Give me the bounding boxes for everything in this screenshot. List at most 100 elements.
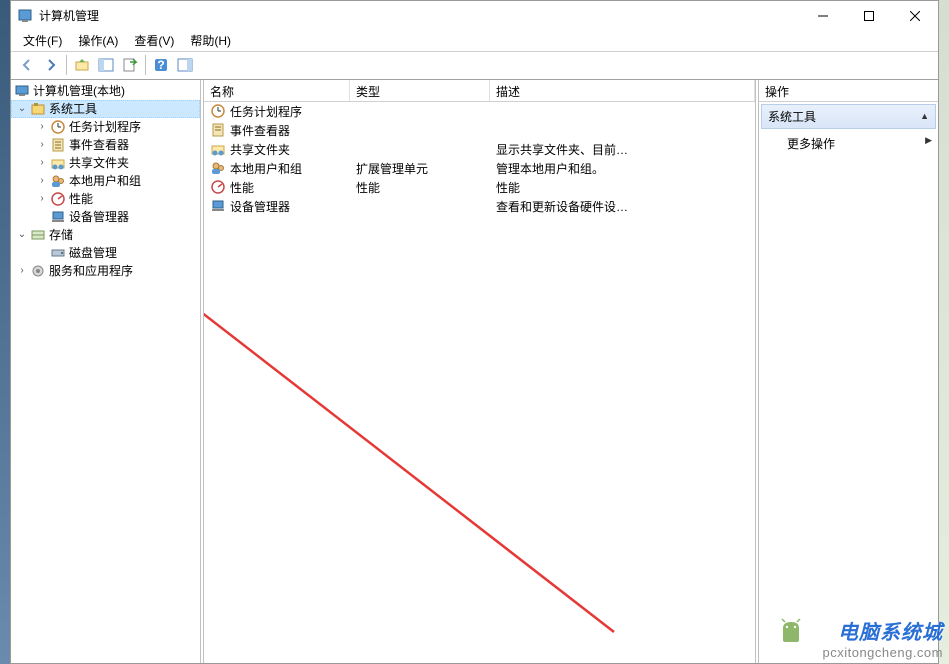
toolbar-separator	[66, 55, 67, 75]
tree-root[interactable]: 计算机管理(本地)	[11, 82, 200, 100]
tree-storage[interactable]: ⌄ 存储	[11, 226, 200, 244]
action-section-label: 系统工具	[768, 108, 816, 125]
row-name: 性能	[230, 179, 254, 196]
expand-icon[interactable]: ›	[35, 174, 49, 188]
column-name[interactable]: 名称	[204, 80, 350, 101]
list-panel: 名称 类型 描述 任务计划程序事件查看器共享文件夹显示共享文件夹、目前…本地用户…	[203, 80, 756, 663]
performance-icon	[50, 191, 66, 207]
toolbar-separator	[145, 55, 146, 75]
users-icon	[50, 173, 66, 189]
tree-label: 服务和应用程序	[49, 262, 133, 279]
toolbar-help-button[interactable]: ?	[149, 53, 173, 77]
tree-panel[interactable]: 计算机管理(本地) ⌄ 系统工具 › 任务计划程序 › 事件查看器 › 共享文件…	[11, 80, 201, 663]
expand-icon[interactable]: ›	[35, 156, 49, 170]
list-row[interactable]: 共享文件夹显示共享文件夹、目前…	[204, 140, 755, 159]
window-controls	[800, 1, 938, 31]
row-name: 任务计划程序	[230, 103, 302, 120]
window-title: 计算机管理	[39, 7, 800, 24]
minimize-button[interactable]	[800, 1, 846, 31]
clock-icon	[50, 119, 66, 135]
tree-performance[interactable]: › 性能	[11, 190, 200, 208]
column-description[interactable]: 描述	[490, 80, 755, 101]
tree-system-tools[interactable]: ⌄ 系统工具	[11, 100, 200, 118]
tree-disk-management[interactable]: 磁盘管理	[11, 244, 200, 262]
tree-task-scheduler[interactable]: › 任务计划程序	[11, 118, 200, 136]
row-type: 扩展管理单元	[350, 160, 490, 177]
expand-icon[interactable]: ›	[35, 120, 49, 134]
tree-label: 共享文件夹	[69, 154, 129, 171]
toolbar-export-button[interactable]	[118, 53, 142, 77]
row-icon	[210, 122, 226, 138]
toolbar-show-hide-action-button[interactable]	[173, 53, 197, 77]
main-content: 计算机管理(本地) ⌄ 系统工具 › 任务计划程序 › 事件查看器 › 共享文件…	[11, 80, 938, 663]
toolbar-show-hide-tree-button[interactable]	[94, 53, 118, 77]
collapse-icon: ▲	[920, 111, 929, 121]
action-more[interactable]: 更多操作 ▶	[759, 131, 938, 156]
list-row[interactable]: 设备管理器 查看和更新设备硬件设…	[204, 197, 755, 216]
row-type: 性能	[350, 179, 490, 196]
toolbar-up-button[interactable]	[70, 53, 94, 77]
tree-shared-folders[interactable]: › 共享文件夹	[11, 154, 200, 172]
row-name: 设备管理器	[230, 198, 290, 215]
row-icon	[210, 103, 226, 119]
menu-action[interactable]: 操作(A)	[70, 30, 126, 51]
close-button[interactable]	[892, 1, 938, 31]
list-header: 名称 类型 描述	[204, 80, 755, 102]
chevron-right-icon: ▶	[925, 135, 932, 146]
list-row[interactable]: 任务计划程序	[204, 102, 755, 121]
menu-view[interactable]: 查看(V)	[126, 30, 182, 51]
window-frame: 计算机管理 文件(F) 操作(A) 查看(V) 帮助(H) ? 计算机管理(本地…	[10, 0, 939, 664]
maximize-button[interactable]	[846, 1, 892, 31]
menu-file[interactable]: 文件(F)	[15, 30, 70, 51]
tree-label: 计算机管理(本地)	[33, 82, 125, 99]
toolbar-forward-button[interactable]	[39, 53, 63, 77]
device-icon	[50, 209, 66, 225]
tree-event-viewer[interactable]: › 事件查看器	[11, 136, 200, 154]
expand-icon[interactable]: ›	[35, 138, 49, 152]
row-icon	[210, 141, 226, 157]
expand-icon[interactable]: ›	[35, 192, 49, 206]
toolbar-back-button[interactable]	[15, 53, 39, 77]
desktop-left-edge	[0, 0, 10, 664]
menu-help[interactable]: 帮助(H)	[182, 30, 239, 51]
tree-local-users[interactable]: › 本地用户和组	[11, 172, 200, 190]
titlebar: 计算机管理	[11, 1, 938, 31]
tree-label: 系统工具	[49, 100, 97, 117]
list-row[interactable]: 本地用户和组 扩展管理单元管理本地用户和组。	[204, 159, 755, 178]
tree-services-apps[interactable]: › 服务和应用程序	[11, 262, 200, 280]
column-type[interactable]: 类型	[350, 80, 490, 101]
row-icon	[210, 179, 226, 195]
event-icon	[50, 137, 66, 153]
services-icon	[30, 263, 46, 279]
row-desc: 查看和更新设备硬件设…	[490, 198, 755, 215]
row-name: 事件查看器	[230, 122, 290, 139]
expand-icon[interactable]: ›	[15, 264, 29, 278]
row-desc: 性能	[490, 179, 755, 196]
list-row[interactable]: 性能性能性能	[204, 178, 755, 197]
tree-label: 任务计划程序	[69, 118, 141, 135]
storage-icon	[30, 227, 46, 243]
row-desc: 管理本地用户和组。	[490, 160, 755, 177]
collapse-icon[interactable]: ⌄	[15, 102, 29, 116]
action-item-label: 更多操作	[787, 137, 835, 151]
svg-text:?: ?	[157, 58, 164, 72]
row-icon	[210, 198, 226, 214]
app-icon	[17, 8, 33, 24]
tree-device-manager[interactable]: 设备管理器	[11, 208, 200, 226]
tools-icon	[30, 101, 46, 117]
tree-label: 性能	[69, 190, 93, 207]
menubar: 文件(F) 操作(A) 查看(V) 帮助(H)	[11, 31, 938, 52]
row-icon	[210, 160, 226, 176]
tree-label: 本地用户和组	[69, 172, 141, 189]
shared-folder-icon	[50, 155, 66, 171]
action-section[interactable]: 系统工具 ▲	[761, 104, 936, 129]
tree-label: 磁盘管理	[69, 244, 117, 261]
collapse-icon[interactable]: ⌄	[15, 228, 29, 242]
tree-label: 设备管理器	[69, 208, 129, 225]
tree-label: 存储	[49, 226, 73, 243]
list-row[interactable]: 事件查看器	[204, 121, 755, 140]
list-body[interactable]: 任务计划程序事件查看器共享文件夹显示共享文件夹、目前…本地用户和组 扩展管理单元管…	[204, 102, 755, 663]
action-panel: 操作 系统工具 ▲ 更多操作 ▶	[758, 80, 938, 663]
row-name: 本地用户和组	[230, 160, 302, 177]
row-desc: 显示共享文件夹、目前…	[490, 141, 755, 158]
